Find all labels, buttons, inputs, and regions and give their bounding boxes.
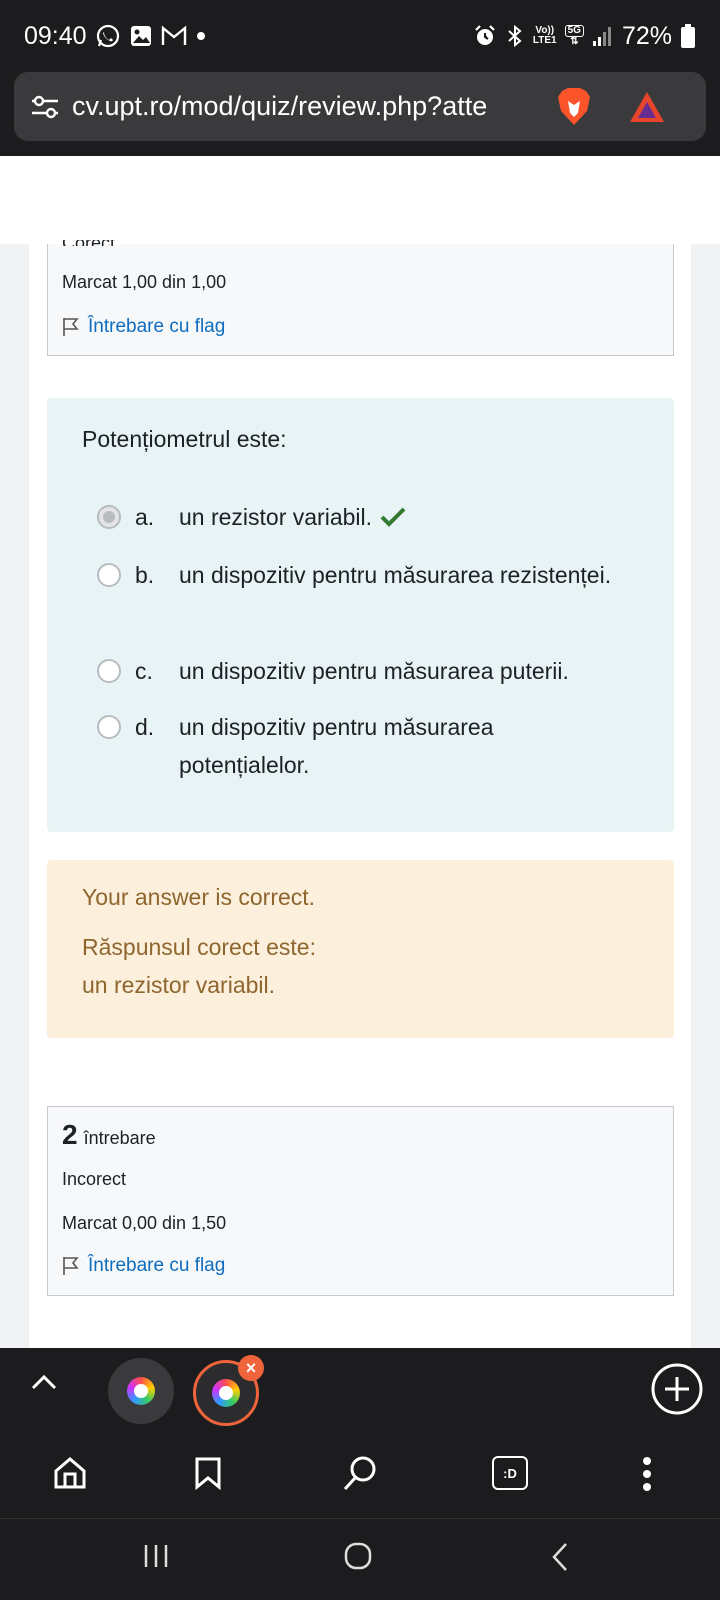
answer-c[interactable]: c. un dispozitiv pentru măsurarea puteri… xyxy=(97,652,659,690)
brave-rewards-icon[interactable] xyxy=(628,90,666,124)
browser-top-bar: cv.upt.ro/mod/quiz/review.php?atte xyxy=(0,72,720,156)
answer-b-radio[interactable] xyxy=(97,563,121,587)
status-time: 09:40 xyxy=(24,21,87,50)
question-2-flag-label[interactable]: Întrebare cu flag xyxy=(88,1255,225,1277)
question-box: Potențiometrul este: a. un rezistor vari… xyxy=(47,398,674,832)
answer-c-text: un dispozitiv pentru măsurarea puterii. xyxy=(179,658,569,684)
system-nav-bar xyxy=(0,1518,720,1600)
bookmark-icon[interactable] xyxy=(194,1456,222,1495)
url-text[interactable]: cv.upt.ro/mod/quiz/review.php?atte xyxy=(72,91,542,122)
close-tab-icon[interactable]: × xyxy=(238,1355,264,1381)
site-settings-icon[interactable] xyxy=(30,94,60,120)
answer-a-text: un rezistor variabil. xyxy=(179,504,373,530)
home-icon[interactable] xyxy=(53,1456,87,1495)
notification-dot-icon xyxy=(195,30,207,42)
brave-shields-icon[interactable] xyxy=(556,87,592,127)
question-2-word: întrebare xyxy=(83,1128,156,1148)
answer-a-letter: a. xyxy=(135,504,155,530)
battery-icon xyxy=(680,23,696,49)
reader-mode-icon[interactable]: :D xyxy=(492,1456,528,1490)
bluetooth-icon xyxy=(505,24,525,48)
signal-icon xyxy=(592,25,614,47)
new-tab-icon[interactable] xyxy=(650,1362,704,1421)
answer-d-radio[interactable] xyxy=(97,715,121,739)
flag-icon xyxy=(63,318,79,336)
home-button-icon[interactable] xyxy=(343,1541,373,1576)
answer-a[interactable]: a. un rezistor variabil. xyxy=(97,498,619,538)
battery-percent: 72% xyxy=(621,21,672,50)
tab-thumbnail-active[interactable]: × xyxy=(193,1355,264,1426)
answer-d-text: un dispozitiv pentru măsurarea potențial… xyxy=(179,714,494,778)
search-icon[interactable] xyxy=(342,1454,378,1497)
recent-apps-icon[interactable] xyxy=(143,1543,169,1574)
feedback-right-answer-label: Răspunsul corect este: xyxy=(82,934,316,960)
correct-check-icon xyxy=(380,500,406,538)
back-icon[interactable] xyxy=(550,1541,570,1578)
net-type-label: 5G ⇅ xyxy=(564,25,584,47)
status-bar: 09:40 Vo)) LTE1 5G ⇅ 72% xyxy=(0,0,720,72)
answer-a-text-wrap: un rezistor variabil. xyxy=(179,498,619,538)
question-2-num: 2 xyxy=(62,1119,78,1150)
more-menu-icon[interactable] xyxy=(642,1456,652,1497)
data-arrows-icon: ⇅ xyxy=(570,36,579,47)
tab-favicon-active xyxy=(212,1379,240,1407)
flag-icon xyxy=(63,1257,79,1275)
question-2-status: Incorect xyxy=(62,1169,127,1189)
answer-a-radio[interactable] xyxy=(97,505,121,529)
lte-text: LTE1 xyxy=(532,35,557,46)
feedback-box: Your answer is correct. Răspunsul corect… xyxy=(47,860,674,1038)
prev-mark: Marcat 1,00 din 1,00 xyxy=(62,272,227,292)
tab-thumbnail-1[interactable] xyxy=(108,1358,174,1424)
question-2-flag-link[interactable]: Întrebare cu flag xyxy=(62,1255,225,1277)
answer-b-letter: b. xyxy=(135,562,155,588)
tab-strip: × xyxy=(0,1348,720,1434)
answer-d[interactable]: d. un dispozitiv pentru măsurarea potenț… xyxy=(97,708,619,784)
prev-status-cut: Corect xyxy=(62,240,115,246)
question-2-number: 2 întrebare xyxy=(62,1119,156,1151)
feedback-right-answer: un rezistor variabil. xyxy=(82,972,276,998)
address-bar[interactable]: cv.upt.ro/mod/quiz/review.php?atte xyxy=(14,72,706,141)
answer-c-letter: c. xyxy=(135,658,153,684)
volte-label: Vo)) LTE1 xyxy=(533,26,557,46)
gmail-icon xyxy=(161,25,187,47)
gallery-icon xyxy=(129,24,153,48)
prev-question-info: Corect Marcat 1,00 din 1,00 Întrebare cu… xyxy=(47,240,674,356)
answer-c-radio[interactable] xyxy=(97,659,121,683)
prev-flag-link[interactable]: Întrebare cu flag xyxy=(62,316,225,338)
answer-b-text: un dispozitiv pentru măsurarea rezistenț… xyxy=(179,562,612,588)
answer-d-letter: d. xyxy=(135,714,155,740)
collapse-tabs-icon[interactable] xyxy=(30,1372,58,1397)
tab-favicon-1 xyxy=(127,1377,155,1405)
prev-flag-label[interactable]: Întrebare cu flag xyxy=(88,316,225,338)
whatsapp-icon xyxy=(95,23,121,49)
question-2-mark: Marcat 0,00 din 1,50 xyxy=(62,1213,227,1233)
web-page: Corect Marcat 1,00 din 1,00 Întrebare cu… xyxy=(0,156,720,1348)
answer-b[interactable]: b. un dispozitiv pentru măsurarea rezist… xyxy=(97,556,619,594)
feedback-correct: Your answer is correct. xyxy=(82,884,316,910)
question-2-info: 2 întrebare Incorect Marcat 0,00 din 1,5… xyxy=(47,1106,674,1296)
status-left: 09:40 xyxy=(24,22,207,51)
alarm-icon xyxy=(473,24,497,48)
question-text: Potențiometrul este: xyxy=(82,426,287,452)
browser-toolbar: :D xyxy=(0,1434,720,1518)
status-right: Vo)) LTE1 5G ⇅ 72% xyxy=(473,22,696,51)
